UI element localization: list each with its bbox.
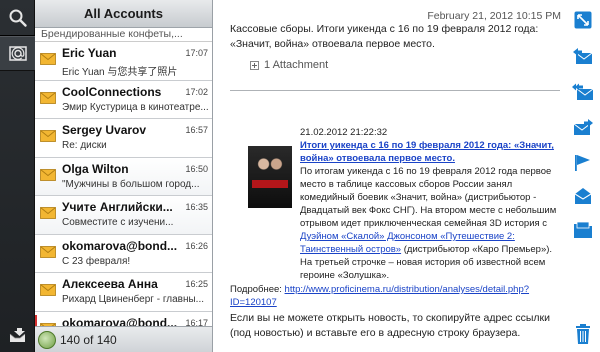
list-item-partial[interactable]: Брендированные конфеты,... [35,28,212,42]
list-item[interactable]: Sergey Uvarov 16:57 Re: диски [35,119,212,158]
reply-button[interactable] [571,45,595,69]
compose-icon [9,327,25,342]
sender-name: okomarova@bond... [62,238,178,253]
message-time: 16:57 [185,125,208,135]
header-separator [230,90,560,91]
attachment-toggle[interactable]: 1 Attachment [250,59,328,71]
message-time: 16:25 [185,279,208,289]
movie-poster-image [248,146,292,208]
list-item[interactable]: Учите Английски... 16:35 Совместите с изуч… [35,196,212,235]
list-item[interactable]: Алексеева Анна 16:25 Рихард Цвиненберг - г… [35,273,212,312]
at-sign-icon [8,45,27,61]
envelope-icon [40,53,56,65]
message-view: February 21, 2012 10:15 PM Кассовые сбор… [213,0,565,352]
message-snippet: С 23 февраля! [62,255,131,267]
compose-button[interactable] [0,317,35,352]
sender-name: Eric Yuan [62,46,117,60]
mark-unread-icon [574,188,592,204]
sender-name: CoolConnections [62,84,162,99]
envelope-icon [40,168,56,181]
expand-icon [250,60,259,70]
envelope-icon [40,91,56,104]
action-bar [565,0,600,352]
message-time: 16:35 [185,202,208,212]
reply-all-button[interactable] [571,80,595,104]
article-body-intro: По итогам уикенда с 16 по 19 февраля 201… [300,165,560,282]
envelope-icon [40,245,56,258]
delete-button[interactable] [571,322,595,346]
file-folder-icon [574,221,592,238]
message-time: 16:26 [185,240,208,251]
message-list: All Accounts Брендированные конфеты,... … [35,0,213,352]
sender-name: Учите Английски... [62,200,173,214]
message-snippet: Эмир Кустурица в кинотеатре... [62,101,209,113]
list-footer: 140 of 140 [35,326,212,352]
poster-title-band [252,180,288,188]
message-snippet: Совместите с изучени... [62,217,174,228]
list-item[interactable]: CoolConnections 17:02 Эмир Кустурица в кин… [35,81,212,119]
forward-icon [573,119,593,135]
sync-status-icon[interactable] [38,330,56,349]
message-time: 17:07 [185,48,208,58]
reply-icon [573,48,593,64]
message-count: 140 of 140 [60,332,117,347]
message-time: 16:50 [185,163,208,174]
footer-note: Если вы не можете открыть новость, то ск… [230,312,550,339]
list-header[interactable]: All Accounts [35,0,212,28]
delete-icon [576,324,590,344]
message-snippet: Eric Yuan 与您共享了照片 [62,67,178,78]
list-item[interactable]: okomarova@bond... 16:26 С 23 февраля! [35,235,212,273]
message-date: February 21, 2012 10:15 PM [427,10,561,22]
message-time: 17:02 [185,86,208,97]
message-snippet: Re: диски [62,140,107,151]
article-block: 21.02.2012 21:22:32 Итоги уикенда с 16 п… [230,126,560,309]
envelope-icon [40,207,56,219]
envelope-icon [40,284,56,296]
message-snippet: Рихард Цвиненберг - главны... [62,294,205,305]
accounts-button[interactable] [0,36,35,71]
message-snippet: "Мужчины в большом город... [62,178,200,190]
article-more: Подробнее: http://www.proficinema.ru/dis… [230,283,560,309]
list-item[interactable]: Eric Yuan 17:07 Eric Yuan 与您共享了照片 [35,42,212,81]
sender-name: Olga Wilton [62,161,129,176]
fullscreen-button[interactable] [571,8,595,32]
article-timestamp: 21.02.2012 21:22:32 [300,127,388,138]
mark-unread-button[interactable] [571,184,595,208]
flag-button[interactable] [571,150,595,174]
list-item[interactable]: Olga Wilton 16:50 "Мужчины в большом город… [35,157,212,196]
forward-button[interactable] [571,116,595,140]
search-icon [9,9,27,27]
file-button[interactable] [571,218,595,242]
sender-name: Sergey Uvarov [62,123,147,137]
left-rail [0,0,35,352]
poster-faces [254,152,286,176]
fullscreen-icon [574,11,592,29]
flag-icon [575,155,590,171]
article-title-link[interactable]: Итоги уикенда с 16 по 19 февраля 2012 го… [300,139,560,165]
article-header: 21.02.2012 21:22:32 Итоги уикенда с 16 п… [300,126,560,165]
message-subject: Кассовые сборы. Итоги уикенда с 16 по 19… [230,23,539,50]
more-label: Подробнее: [230,284,285,295]
envelope-icon [40,130,56,142]
reply-all-icon [572,83,594,100]
attachment-label: 1 Attachment [264,59,329,71]
article-body-a: По итогам уикенда с 16 по 19 февраля 201… [300,166,557,229]
search-button[interactable] [0,0,35,35]
sender-name: Алексеева Анна [62,277,158,291]
